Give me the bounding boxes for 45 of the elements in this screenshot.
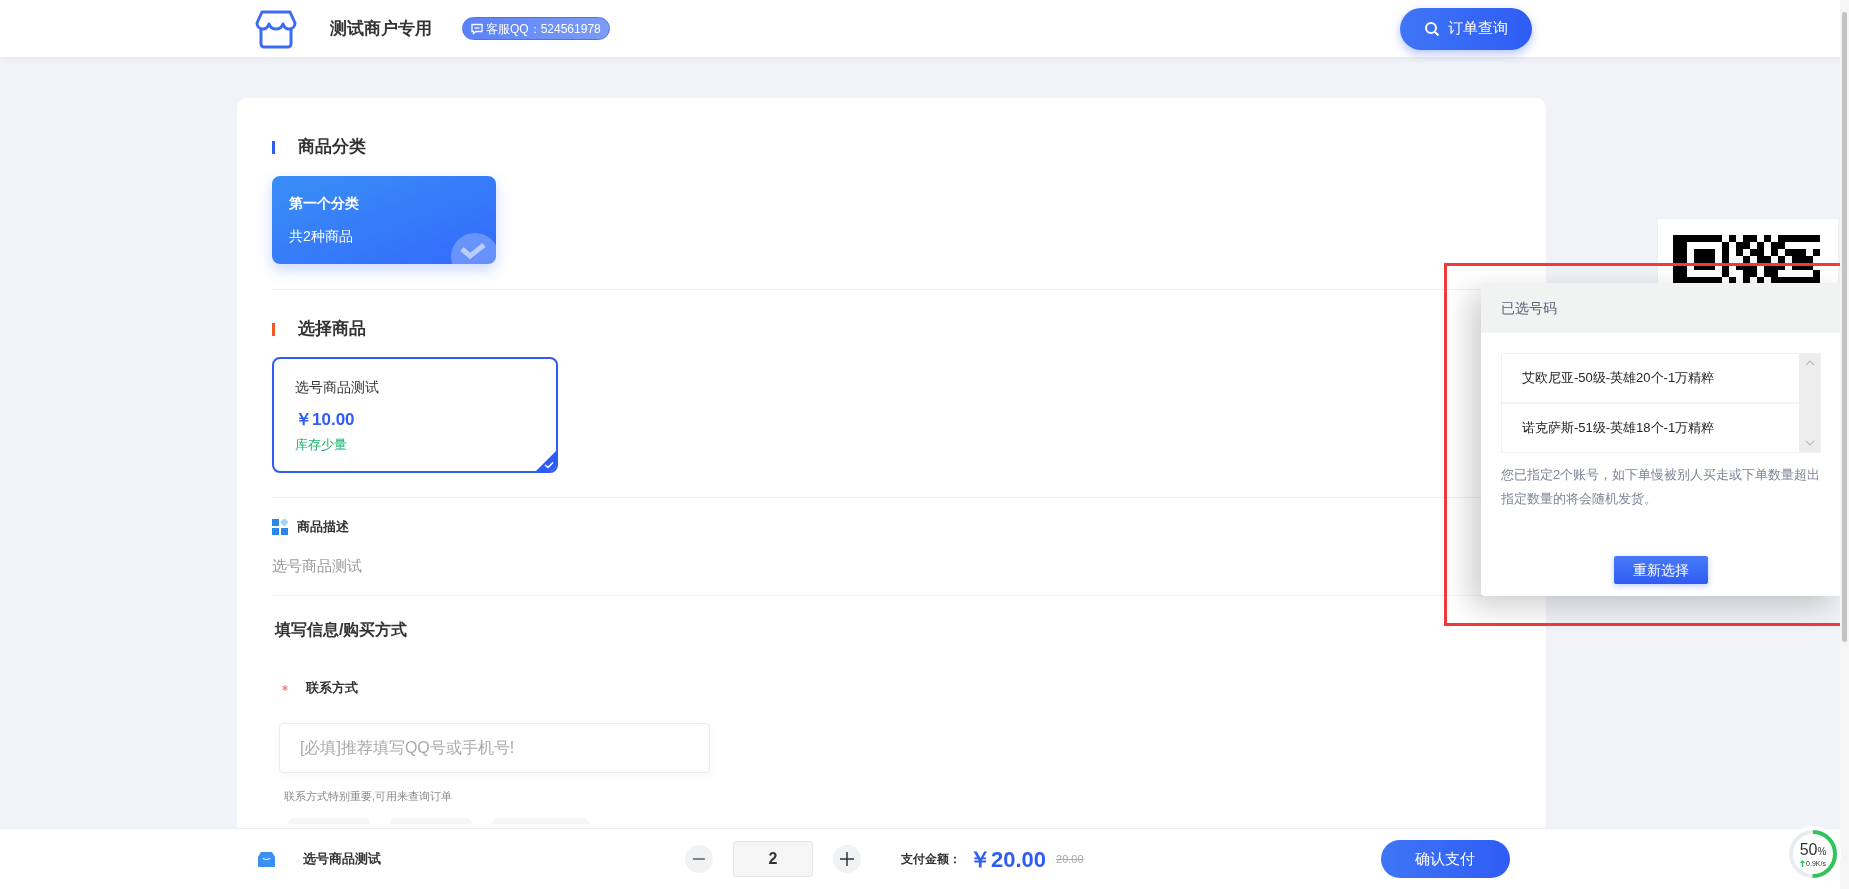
popup-title: 已选号码 bbox=[1501, 298, 1557, 318]
confirm-pay-button[interactable]: 确认支付 bbox=[1380, 840, 1510, 878]
grid-icon bbox=[272, 518, 288, 535]
selected-number-item[interactable]: 艾欧尼亚-50级-英雄20个-1万精粹 bbox=[1502, 354, 1799, 402]
chat-icon bbox=[471, 22, 483, 35]
section-marker bbox=[272, 140, 275, 154]
section-marker bbox=[272, 322, 275, 336]
support-badge: 客服QQ：524561978 bbox=[462, 17, 610, 40]
bottom-product-name: 选号商品测试 bbox=[303, 850, 381, 869]
contact-input-field[interactable]: [必填]推荐填写QQ号或手机号! bbox=[279, 722, 710, 773]
section-title: 商品分类 bbox=[298, 136, 366, 159]
form-title: 填写信息/购买方式 bbox=[275, 620, 409, 640]
product-card[interactable]: 选号商品测试 ￥10.00 库存少量 bbox=[272, 357, 558, 473]
popup-note: 您已指定2个账号，如下单慢被别人买走或下单数量超出指定数量的将会随机发货。 bbox=[1501, 466, 1821, 508]
description-title: 商品描述 bbox=[297, 518, 349, 536]
quantity-field[interactable]: 2 bbox=[733, 841, 813, 877]
category-name: 第一个分类 bbox=[289, 194, 360, 213]
stock-status: 库存少量 bbox=[295, 435, 348, 454]
category-count: 共2种商品 bbox=[289, 227, 354, 246]
decrease-button[interactable] bbox=[685, 845, 713, 873]
percent-reading: 50 bbox=[1799, 841, 1818, 858]
amount-label: 支付金额： bbox=[901, 851, 961, 868]
upload-arrow-icon bbox=[1800, 859, 1806, 867]
product-name: 选号商品测试 bbox=[295, 378, 380, 397]
minus-icon bbox=[693, 858, 705, 860]
search-icon bbox=[1424, 20, 1440, 37]
increase-button[interactable] bbox=[833, 845, 861, 873]
chevron-down-icon bbox=[1804, 440, 1815, 446]
percent-unit: % bbox=[1817, 846, 1827, 857]
plus-icon bbox=[840, 852, 854, 866]
check-icon bbox=[536, 451, 556, 471]
category-card[interactable]: 第一个分类 共2种商品 bbox=[272, 176, 496, 264]
product-price: ￥10.00 bbox=[295, 409, 356, 431]
pay-amount: ￥20.00 bbox=[969, 845, 1047, 874]
section-title: 选择商品 bbox=[298, 318, 366, 341]
description-text: 选号商品测试 bbox=[272, 555, 363, 576]
chevron-up-icon bbox=[1804, 360, 1815, 366]
reselect-button[interactable]: 重新选择 bbox=[1614, 556, 1708, 584]
shop-title: 测试商户专用 bbox=[330, 17, 432, 40]
check-icon bbox=[450, 232, 496, 264]
field-label: 联系方式 bbox=[306, 679, 358, 697]
order-query-button[interactable]: 订单查询 bbox=[1400, 7, 1532, 50]
field-hint: 联系方式特别重要,可用来查询订单 bbox=[284, 788, 454, 804]
original-price: 20.00 bbox=[1056, 851, 1084, 867]
bag-icon bbox=[258, 851, 275, 867]
